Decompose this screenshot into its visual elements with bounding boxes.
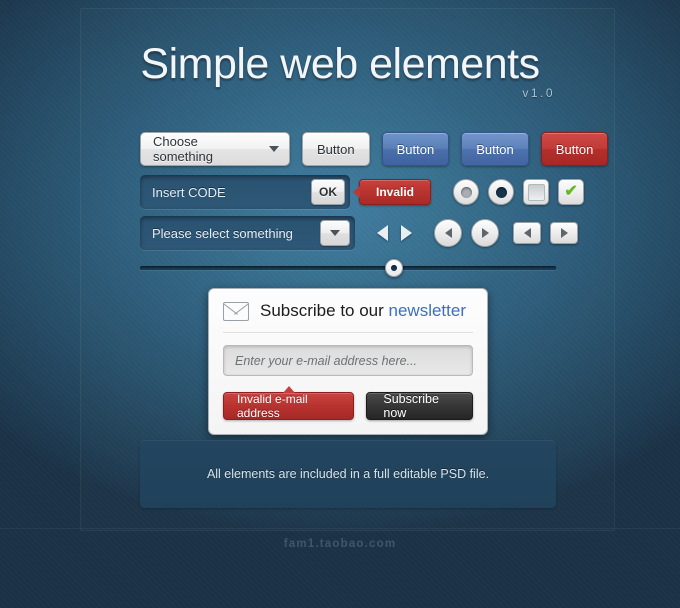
button-blue-primary-label: Button: [396, 141, 435, 157]
please-select-dropdown-toggle[interactable]: [320, 220, 350, 246]
radio-dot-icon: [495, 186, 507, 198]
newsletter-title-prefix: Subscribe to our: [260, 301, 389, 320]
newsletter-title: Subscribe to our newsletter: [260, 301, 466, 321]
code-input[interactable]: Insert CODE OK: [140, 175, 350, 209]
email-field[interactable]: Enter your e-mail address here...: [223, 345, 473, 376]
please-select-dropdown-label: Please select something: [152, 225, 293, 241]
buttons-row: Choose something Button Button Button Bu…: [140, 132, 609, 166]
watermark: fam1.taobao.com: [283, 538, 397, 550]
input-row: Insert CODE OK Invalid ✔: [140, 175, 585, 209]
footer-note-text: All elements are included in a full edit…: [206, 467, 490, 481]
circle-prev-button[interactable]: [434, 219, 462, 247]
newsletter-title-accent: newsletter: [388, 301, 466, 320]
checkbox-checked[interactable]: ✔: [558, 179, 585, 205]
triangle-left-icon: [523, 228, 531, 238]
triangle-left-icon: [444, 228, 452, 238]
footer-divider: [0, 528, 680, 529]
triangle-right-icon: [481, 228, 489, 238]
checkbox-unchecked[interactable]: [523, 179, 550, 205]
button-red-label: Button: [555, 141, 594, 157]
range-slider[interactable]: [140, 259, 556, 277]
subscribe-button[interactable]: Subscribe now: [366, 392, 473, 420]
button-blue-primary[interactable]: Button: [381, 132, 450, 166]
chevron-down-icon: [330, 230, 340, 236]
ok-button[interactable]: OK: [311, 179, 345, 205]
newsletter-header: Subscribe to our newsletter: [223, 301, 473, 333]
button-blue-secondary-label: Button: [476, 141, 514, 157]
choose-something-dropdown-label: Choose something: [153, 134, 213, 164]
invalid-badge: Invalid: [359, 179, 432, 205]
please-select-dropdown[interactable]: Please select something: [140, 216, 355, 250]
email-field-placeholder: Enter your e-mail address here...: [235, 353, 418, 368]
invalid-badge-label: Invalid: [376, 185, 415, 199]
footer-note: All elements are included in a full edit…: [140, 440, 556, 508]
triangle-right-icon: [560, 228, 568, 238]
radio-unchecked[interactable]: [453, 179, 480, 205]
subscribe-button-label: Subscribe now: [383, 392, 439, 420]
range-slider-handle[interactable]: [384, 259, 403, 277]
square-prev-button[interactable]: [513, 222, 541, 244]
envelope-icon: [223, 301, 249, 321]
version-label: v1.0: [522, 86, 555, 100]
triangle-left-icon[interactable]: [377, 225, 388, 241]
check-icon: ✔: [564, 183, 578, 200]
circle-next-button[interactable]: [471, 219, 499, 247]
button-blue-secondary[interactable]: Button: [461, 132, 529, 166]
newsletter-panel: Subscribe to our newsletter Enter your e…: [208, 288, 488, 435]
button-light-label: Button: [317, 141, 355, 157]
email-error-label: Invalid e-mail address: [237, 392, 308, 420]
triangle-right-icon[interactable]: [401, 225, 412, 241]
radio-checked[interactable]: [488, 179, 515, 205]
button-red[interactable]: Button: [540, 132, 609, 166]
radio-dot-icon: [460, 186, 472, 198]
newsletter-actions: Invalid e-mail address Subscribe now: [223, 392, 473, 420]
square-next-button[interactable]: [550, 222, 578, 244]
page-title: Simple web elements: [140, 40, 540, 88]
checkbox-inner: [527, 183, 545, 201]
select-row: Please select something: [140, 216, 578, 250]
email-error-badge: Invalid e-mail address: [223, 392, 355, 420]
code-input-value: Insert CODE: [152, 184, 226, 200]
ok-button-label: OK: [319, 185, 337, 199]
choose-something-dropdown[interactable]: Choose something: [140, 132, 290, 166]
chevron-down-icon: [269, 146, 279, 152]
button-light[interactable]: Button: [302, 132, 370, 166]
